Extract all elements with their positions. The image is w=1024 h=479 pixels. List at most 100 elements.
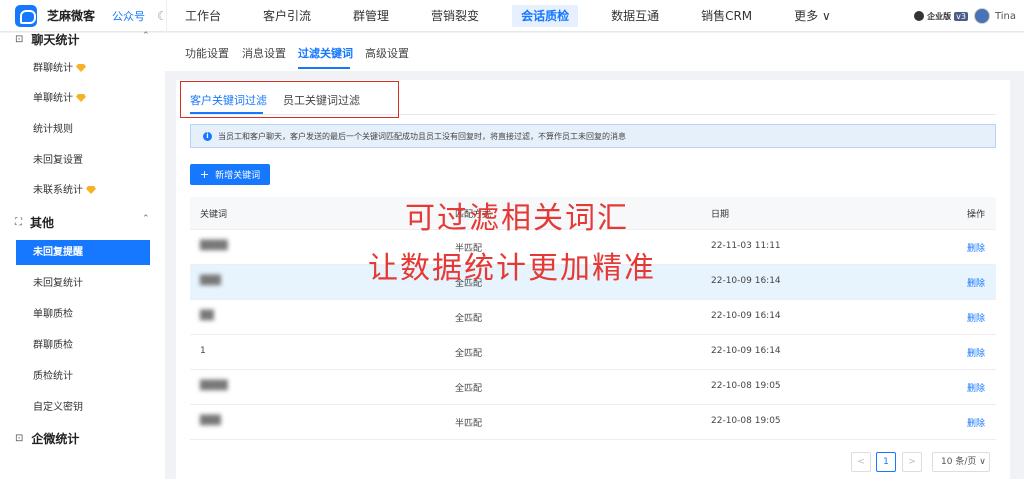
page-1-button[interactable]: 1 [876, 452, 896, 472]
diamond-icon [76, 94, 86, 102]
sidebar-item-group-chat-qc[interactable]: 群聊质检 [16, 333, 150, 358]
match-cell: 全匹配 [455, 384, 483, 394]
keyword-cell: ████ [200, 381, 228, 391]
add-keyword-label: 新增关键词 [215, 171, 261, 181]
page-size-label: 10 条/页 [941, 457, 977, 467]
public-account-link[interactable]: 公众号 [112, 8, 145, 24]
sidebar-item-label: 单聊统计 [33, 93, 73, 104]
sidebar-item-stats-rules[interactable]: 统计规则 [16, 117, 150, 142]
overlay-caption-line2: 让数据统计更加精准 [368, 251, 656, 286]
sidebar-group-label: 其他 [30, 216, 55, 230]
date-cell: 22-11-03 11:11 [711, 241, 781, 251]
sidebar-group-chat-stats[interactable]: ⊡ 聊天统计 [15, 31, 79, 48]
keyword-cell: ████ [200, 241, 228, 251]
sidebar-group-label: 企微统计 [31, 432, 80, 446]
tab-function-settings[interactable]: 功能设置 [185, 45, 229, 61]
tab-message-settings[interactable]: 消息设置 [242, 45, 286, 61]
sidebar-item-label: 未回复提醒 [33, 247, 83, 258]
user-area: 企业版 v3 Tina [914, 0, 1016, 32]
delete-link[interactable]: 删除 [967, 276, 985, 289]
sub-tab-bar [165, 33, 1024, 71]
date-cell: 22-10-09 16:14 [711, 346, 781, 356]
sidebar-item-qc-stats[interactable]: 质检统计 [16, 364, 150, 389]
sidebar-item-no-reply-stats[interactable]: 未回复统计 [16, 271, 150, 296]
sidebar-item-single-chat-stats[interactable]: 单聊统计 [16, 86, 150, 111]
add-keyword-button[interactable]: + 新增关键词 [190, 164, 270, 185]
alert-text: 当员工和客户聊天，客户发送的最后一个关键词匹配成功且员工没有回复时，将直接过滤，… [218, 131, 626, 141]
delete-link[interactable]: 删除 [967, 416, 985, 429]
sidebar-item-single-chat-qc[interactable]: 单聊质检 [16, 302, 150, 327]
column-header-date: 日期 [711, 210, 730, 220]
nav-item-customer-acquisition[interactable]: 客户引流 [254, 5, 320, 27]
sidebar-item-no-reply-reminder[interactable]: 未回复提醒 [16, 240, 150, 265]
keyword-cell: 1 [200, 346, 206, 356]
nav-item-workbench[interactable]: 工作台 [176, 5, 230, 27]
sidebar-item-label: 自定义密钥 [33, 402, 83, 413]
date-cell: 22-10-08 19:05 [711, 381, 781, 391]
chevron-up-icon[interactable]: ⌃ [142, 214, 150, 224]
active-tab-underline [298, 67, 350, 69]
chevron-up-icon[interactable]: ⌃ [142, 31, 150, 41]
sidebar-item-label: 未联系统计 [33, 185, 83, 196]
keyword-cell: ██ [200, 311, 214, 321]
diamond-icon [76, 64, 86, 72]
sidebar-item-label: 群聊统计 [33, 63, 73, 74]
sidebar-item-label: 质检统计 [33, 371, 73, 382]
sidebar-item-label: 未回复设置 [33, 155, 83, 166]
username[interactable]: Tina [995, 11, 1016, 22]
match-cell: 半匹配 [455, 419, 483, 429]
next-page-button[interactable]: > [902, 452, 922, 472]
app-logo-icon[interactable] [15, 4, 37, 27]
avatar[interactable] [973, 8, 990, 24]
match-cell: 全匹配 [455, 349, 483, 359]
sidebar-item-no-contact-stats[interactable]: 未联系统计 [16, 178, 150, 203]
nav-item-data-sync[interactable]: 数据互通 [602, 5, 668, 27]
enterprise-label: 企业版 [927, 11, 952, 21]
sidebar-group-label: 聊天统计 [31, 33, 80, 47]
sidebar-item-label: 统计规则 [33, 124, 73, 135]
date-cell: 22-10-08 19:05 [711, 416, 781, 426]
diamond-icon [86, 186, 96, 194]
wecom-stats-icon: ⊡ [15, 433, 24, 444]
brand-name: 芝麻微客 [47, 9, 96, 23]
keyword-cell: ███ [200, 276, 221, 286]
info-alert: i 当员工和客户聊天，客户发送的最后一个关键词匹配成功且员工没有回复时，将直接过… [190, 124, 996, 148]
delete-link[interactable]: 删除 [967, 311, 985, 324]
table-row: 1 全匹配 22-10-09 16:14 删除 [190, 335, 996, 370]
nav-item-marketing[interactable]: 营销裂变 [422, 5, 488, 27]
sidebar-item-label: 未回复统计 [33, 278, 83, 289]
divider [166, 0, 167, 32]
sidebar-item-group-chat-stats[interactable]: 群聊统计 [16, 56, 150, 81]
delete-link[interactable]: 删除 [967, 381, 985, 394]
annotation-highlight-box [180, 81, 399, 118]
column-header-keyword: 关键词 [200, 210, 228, 220]
delete-link[interactable]: 删除 [967, 241, 985, 254]
column-header-action: 操作 [967, 210, 986, 220]
sidebar-group-other[interactable]: ⛶ 其他 [15, 214, 54, 231]
page-size-select[interactable]: 10 条/页 ∨ [932, 452, 990, 472]
delete-link[interactable]: 删除 [967, 346, 985, 359]
chat-stats-icon: ⊡ [15, 34, 24, 45]
table-row: ███ 半匹配 22-10-08 19:05 删除 [190, 405, 996, 440]
nav-item-sales-crm[interactable]: 销售CRM [692, 5, 761, 27]
table-row: ████ 全匹配 22-10-08 19:05 删除 [190, 370, 996, 405]
chevron-down-icon: ∨ [979, 457, 986, 467]
tab-filter-keywords[interactable]: 过滤关键词 [298, 45, 353, 61]
keyword-cell: ███ [200, 416, 221, 426]
prev-page-button[interactable]: < [851, 452, 871, 472]
nav-item-group-management[interactable]: 群管理 [344, 5, 398, 27]
sidebar-item-no-reply-settings[interactable]: 未回复设置 [16, 148, 150, 173]
top-bar: 芝麻微客 公众号 ☾ 工作台 客户引流 群管理 营销裂变 会话质检 数据互通 销… [0, 0, 1024, 32]
match-cell: 全匹配 [455, 314, 483, 324]
plus-icon: + [199, 168, 210, 181]
date-cell: 22-10-09 16:14 [711, 276, 781, 286]
tab-advanced-settings[interactable]: 高级设置 [365, 45, 409, 61]
nav-item-session-qc[interactable]: 会话质检 [512, 5, 579, 27]
nav-item-more[interactable]: 更多 ∨ [785, 5, 840, 27]
sidebar-item-custom-key[interactable]: 自定义密钥 [16, 395, 150, 420]
overlay-caption-line1: 可过滤相关词汇 [405, 201, 629, 236]
sidebar-group-wecom-stats[interactable]: ⊡ 企微统计 [15, 430, 79, 447]
sidebar-item-label: 群聊质检 [33, 340, 73, 351]
main-nav: 工作台 客户引流 群管理 营销裂变 会话质检 数据互通 销售CRM 更多 ∨ [176, 0, 864, 32]
enterprise-icon [914, 11, 925, 21]
